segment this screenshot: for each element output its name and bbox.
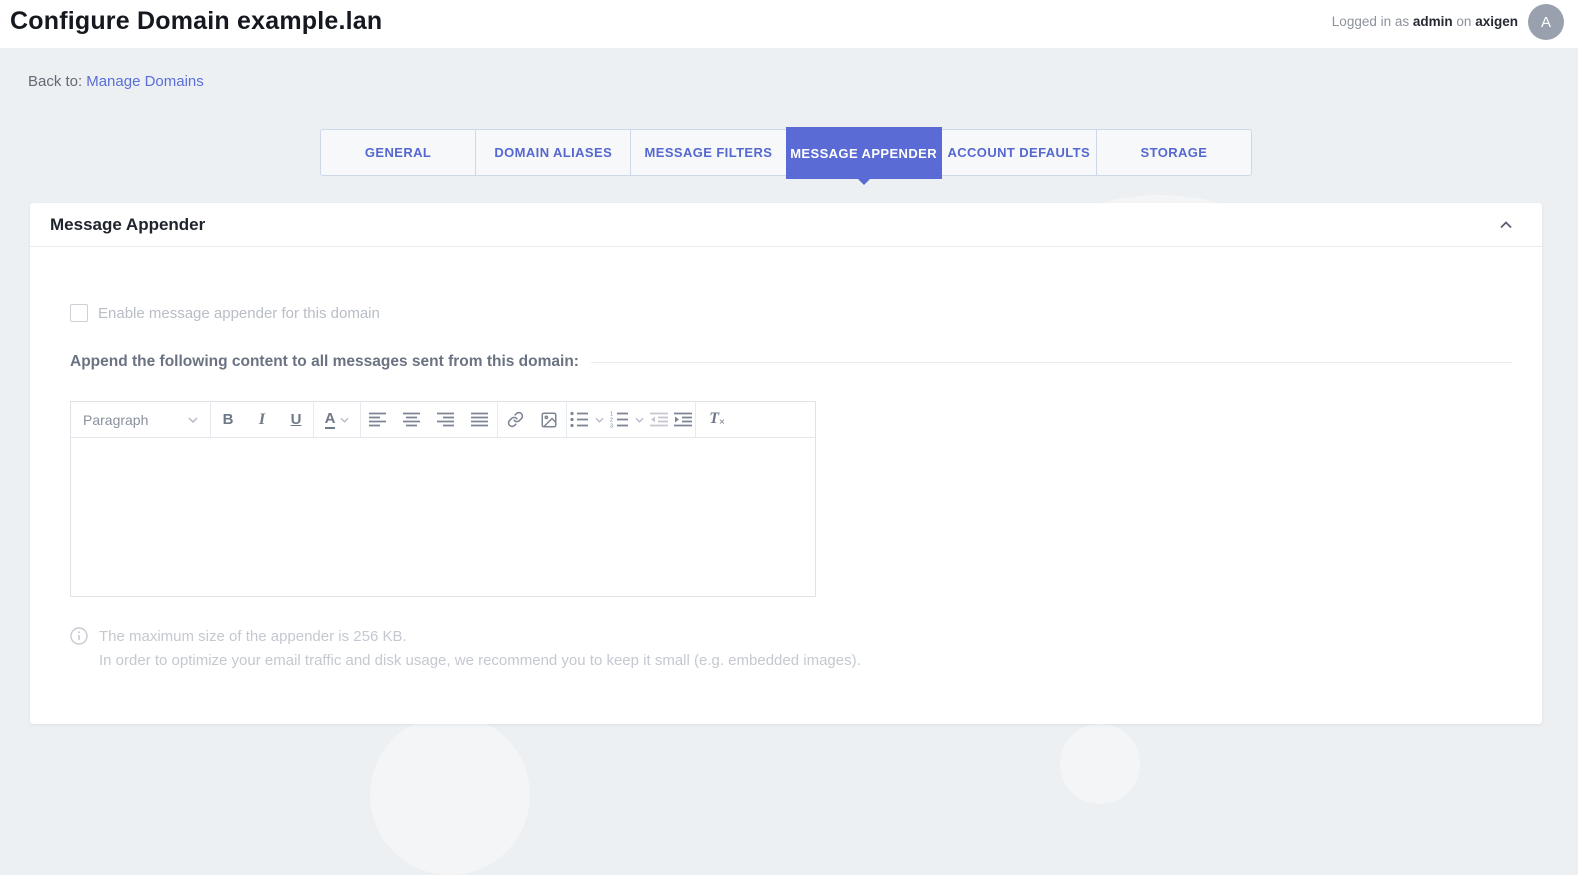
font-color-icon: A	[325, 410, 336, 429]
chevron-up-icon	[1500, 221, 1512, 229]
paragraph-format-label: Paragraph	[83, 412, 148, 428]
rich-text-editor: Paragraph B I U A	[70, 401, 816, 597]
bold-button[interactable]: B	[211, 402, 245, 437]
editor-toolbar: Paragraph B I U A	[71, 402, 815, 438]
chevron-down-icon	[635, 417, 644, 423]
font-color-button[interactable]: A	[314, 402, 360, 437]
manage-domains-link[interactable]: Manage Domains	[86, 73, 204, 90]
message-appender-panel: Message Appender Enable message appender…	[30, 203, 1542, 724]
chevron-down-icon	[595, 417, 604, 423]
logged-in-server: axigen	[1475, 14, 1518, 29]
panel-title: Message Appender	[50, 215, 205, 235]
link-icon	[507, 411, 524, 428]
tab-account-defaults[interactable]: ACCOUNT DEFAULTS	[941, 129, 1097, 176]
indent-icon	[674, 412, 693, 427]
info-icon	[70, 627, 88, 645]
outdent-icon	[650, 412, 669, 427]
align-justify-button[interactable]	[463, 402, 497, 437]
logged-in-prefix: Logged in as	[1332, 14, 1409, 29]
insert-image-button[interactable]	[532, 402, 566, 437]
chevron-down-icon	[188, 417, 198, 423]
bulleted-list-options-button[interactable]	[591, 402, 607, 437]
avatar-letter: A	[1541, 14, 1551, 31]
tab-message-appender[interactable]: MESSAGE APPENDER	[786, 127, 942, 179]
remove-format-button[interactable]: T×	[696, 402, 738, 437]
numbered-list-options-button[interactable]	[631, 402, 647, 437]
panel-header: Message Appender	[30, 203, 1542, 247]
svg-text:3: 3	[610, 424, 613, 429]
indent-button[interactable]	[671, 402, 695, 437]
page-title: Configure Domain example.lan	[10, 7, 382, 36]
collapse-panel-button[interactable]	[1496, 215, 1516, 235]
logged-in-status: Logged in as admin on axigen	[1332, 14, 1518, 29]
image-icon	[540, 411, 558, 429]
tab-storage[interactable]: STORAGE	[1096, 129, 1252, 176]
tab-general[interactable]: GENERAL	[320, 129, 476, 176]
avatar[interactable]: A	[1528, 4, 1564, 40]
numbered-list-button[interactable]: 123	[607, 402, 631, 437]
tab-domain-aliases[interactable]: DOMAIN ALIASES	[475, 129, 631, 176]
align-right-button[interactable]	[429, 402, 463, 437]
bulleted-list-icon	[570, 411, 589, 428]
append-content-heading-row: Append the following content to all mess…	[70, 353, 1512, 371]
enable-appender-row: Enable message appender for this domain	[70, 304, 1512, 322]
italic-button[interactable]: I	[245, 402, 279, 437]
breadcrumb: Back to:Manage Domains	[28, 73, 204, 90]
align-center-icon	[403, 412, 421, 427]
chevron-down-icon	[340, 417, 349, 423]
heading-divider	[591, 362, 1512, 363]
align-center-button[interactable]	[395, 402, 429, 437]
back-to-label: Back to:	[28, 73, 82, 90]
editor-content-area[interactable]	[71, 438, 815, 596]
remove-format-icon: T	[709, 411, 719, 427]
enable-appender-label: Enable message appender for this domain	[98, 305, 380, 322]
logged-in-connector: on	[1456, 14, 1471, 29]
top-bar: Configure Domain example.lan Logged in a…	[0, 0, 1578, 48]
bulleted-list-button[interactable]	[567, 402, 591, 437]
numbered-list-icon: 123	[610, 411, 629, 428]
logged-in-user: admin	[1413, 14, 1453, 29]
info-line-2: In order to optimize your email traffic …	[99, 649, 861, 673]
align-justify-icon	[471, 412, 489, 427]
align-right-icon	[437, 412, 455, 427]
align-left-button[interactable]	[361, 402, 395, 437]
remove-format-x: ×	[719, 417, 725, 428]
info-line-1: The maximum size of the appender is 256 …	[99, 625, 861, 649]
append-content-heading: Append the following content to all mess…	[70, 353, 579, 371]
enable-appender-checkbox[interactable]	[70, 304, 88, 322]
info-note: The maximum size of the appender is 256 …	[70, 625, 1512, 673]
panel-body: Enable message appender for this domain …	[30, 304, 1542, 673]
background-decoration-circle	[1060, 724, 1140, 804]
underline-button[interactable]: U	[279, 402, 313, 437]
tab-message-filters[interactable]: MESSAGE FILTERS	[630, 129, 786, 176]
background-decoration-circle	[370, 715, 530, 875]
insert-link-button[interactable]	[498, 402, 532, 437]
align-left-icon	[369, 412, 387, 427]
tab-bar: GENERAL DOMAIN ALIASES MESSAGE FILTERS M…	[320, 129, 1252, 185]
info-text: The maximum size of the appender is 256 …	[99, 625, 861, 673]
outdent-button	[647, 402, 671, 437]
paragraph-format-dropdown[interactable]: Paragraph	[71, 402, 210, 437]
